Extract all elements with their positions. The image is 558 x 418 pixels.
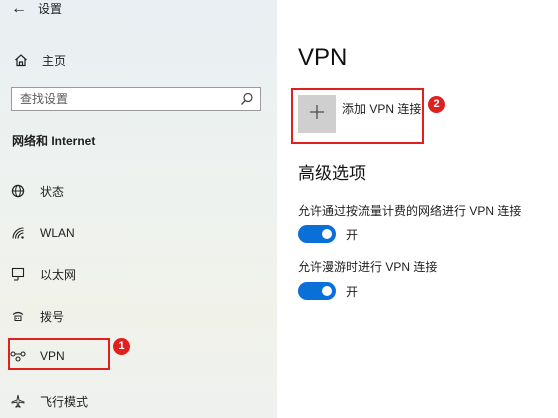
sidebar-item-label: 以太网 [40, 267, 77, 282]
sidebar-item-label: 飞行模式 [40, 394, 89, 409]
step-badge-2: 2 [428, 96, 445, 113]
advanced-options-title: 高级选项 [298, 164, 366, 183]
metered-network-toggle-state: 开 [346, 228, 359, 242]
page-title: VPN [298, 44, 348, 71]
search-box[interactable] [11, 87, 261, 111]
wifi-icon [9, 224, 27, 242]
toggle-knob [322, 286, 332, 296]
sidebar-item-label: WLAN [40, 226, 75, 240]
dialup-icon [9, 307, 27, 325]
toggle-knob [322, 229, 332, 239]
home-icon [13, 53, 29, 67]
section-title: 网络和 Internet [12, 134, 96, 148]
app-title: 设置 [38, 2, 63, 16]
globe-status-icon [9, 182, 27, 200]
ethernet-icon [9, 265, 27, 283]
roaming-toggle[interactable] [298, 282, 336, 300]
search-icon[interactable] [240, 92, 254, 106]
sidebar-item-label: 拨号 [40, 309, 65, 324]
vpn-highlight-box [8, 338, 110, 370]
sidebar-item-ethernet[interactable]: 以太网 [9, 262, 76, 286]
sidebar-item-airplane-mode[interactable]: 飞行模式 [9, 389, 88, 413]
add-vpn-label[interactable]: 添加 VPN 连接 [342, 101, 421, 117]
roaming-option-label: 允许漫游时进行 VPN 连接 [298, 260, 438, 274]
sidebar-item-status[interactable]: 状态 [9, 179, 64, 203]
sidebar-item-label: 状态 [40, 184, 65, 199]
sidebar-item-home[interactable]: 主页 [13, 51, 66, 69]
sidebar-item-dialup[interactable]: 拨号 [9, 304, 64, 328]
metered-network-toggle[interactable] [298, 225, 336, 243]
arrow-left-icon[interactable]: ← [11, 0, 27, 18]
step-badge-1: 1 [113, 338, 130, 355]
sidebar-item-wlan[interactable]: WLAN [9, 221, 75, 245]
metered-network-option-label: 允许通过按流量计费的网络进行 VPN 连接 [298, 204, 522, 218]
airplane-icon [9, 392, 27, 410]
search-input[interactable] [20, 91, 220, 107]
sidebar-item-label: 主页 [42, 53, 67, 68]
sidebar: ← 设置 主页 网络和 Internet 状态 WLAN 以太网 [0, 0, 277, 418]
plus-icon [309, 104, 325, 125]
add-vpn-button[interactable] [298, 95, 336, 133]
roaming-toggle-state: 开 [346, 285, 359, 299]
